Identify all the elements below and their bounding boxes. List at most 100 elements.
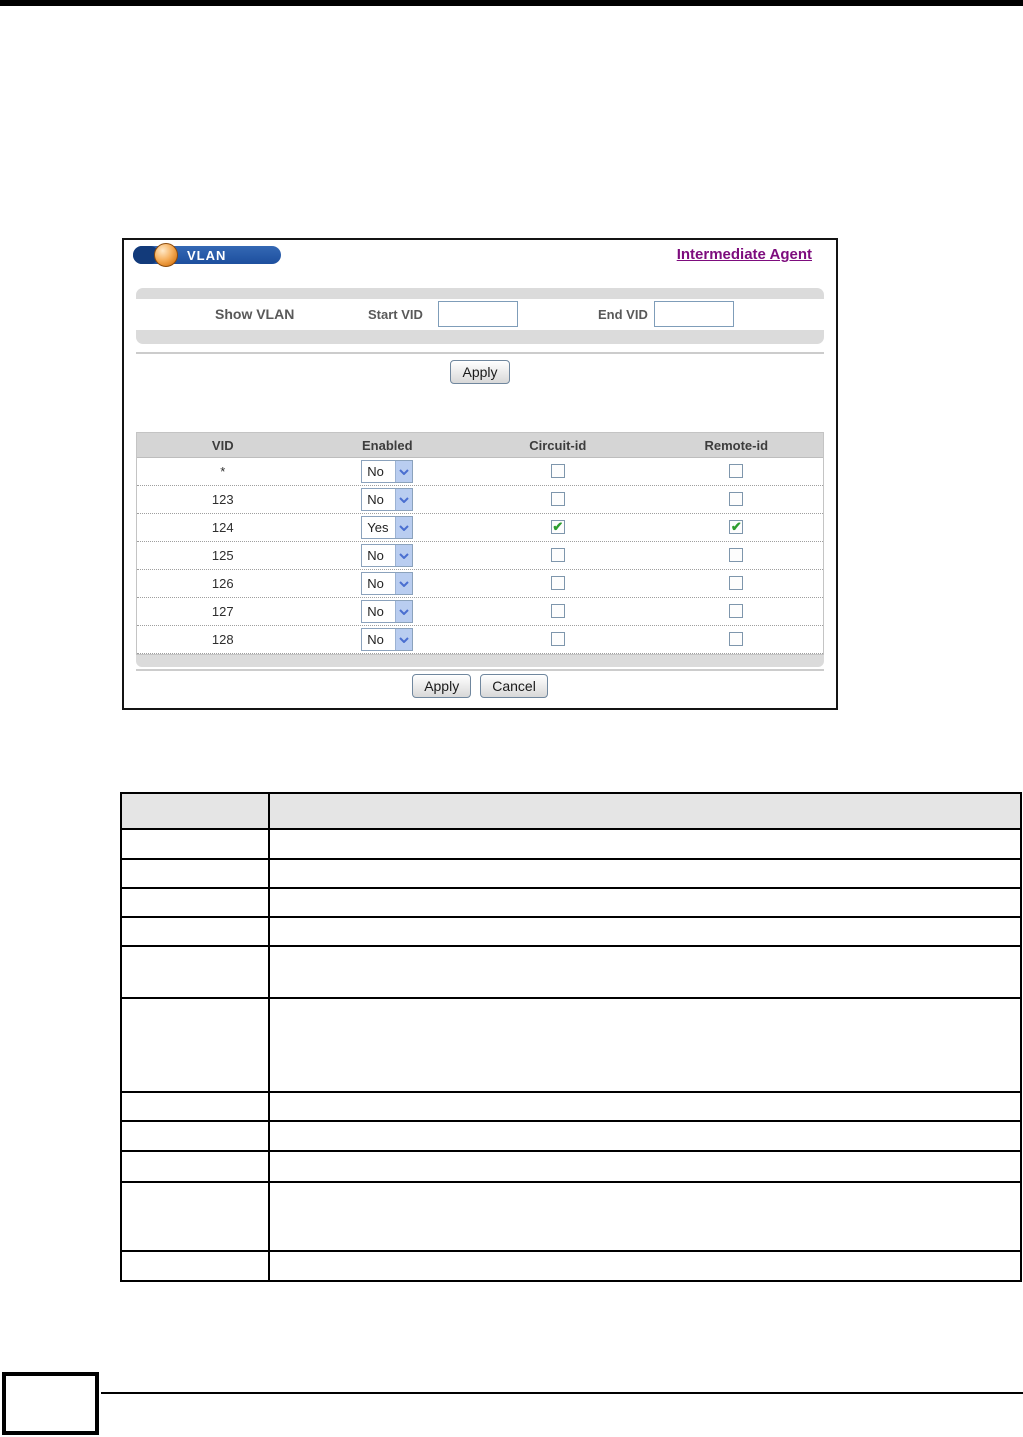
- chevron-down-icon: [395, 545, 413, 566]
- vlan-title-pill: VLAN: [133, 243, 281, 267]
- vlan-table-row: 124 Yes: [137, 514, 823, 542]
- vlan-table-row: * No: [137, 458, 823, 486]
- circuit-id-checkbox[interactable]: [550, 632, 565, 647]
- vid-value: 124: [211, 519, 234, 535]
- doc-cell: [120, 945, 270, 999]
- doc-cell: [268, 1250, 1022, 1282]
- start-vid-input[interactable]: [438, 301, 518, 327]
- vlan-screenshot: VLAN Intermediate Agent Show VLAN Start …: [122, 238, 838, 710]
- orange-orb-icon: [154, 243, 178, 267]
- doc-table-row: [120, 828, 1022, 860]
- vlan-table-header: VID Enabled Circuit-id Remote-id: [137, 433, 823, 458]
- doc-cell: [268, 1181, 1022, 1252]
- enabled-value: No: [367, 492, 384, 507]
- chevron-down-icon: [395, 629, 413, 650]
- vid-value: 127: [211, 603, 234, 619]
- doc-cell: [268, 1150, 1022, 1183]
- circuit-id-checkbox[interactable]: [550, 520, 565, 535]
- doc-table-row: [120, 1250, 1022, 1282]
- footer-rule: [101, 1392, 1023, 1394]
- doc-cell: [120, 1120, 270, 1152]
- chevron-down-icon: [395, 517, 413, 538]
- vid-value: *: [220, 463, 226, 479]
- doc-table-row: [120, 858, 1022, 889]
- vid-value: 126: [211, 575, 234, 591]
- enabled-value: No: [367, 632, 384, 647]
- circuit-id-checkbox[interactable]: [550, 604, 565, 619]
- enabled-dropdown[interactable]: No: [361, 572, 414, 595]
- cancel-button[interactable]: Cancel: [480, 674, 548, 698]
- description-table: [120, 792, 1022, 1282]
- remote-id-checkbox[interactable]: [729, 604, 744, 619]
- enabled-dropdown[interactable]: No: [361, 544, 414, 567]
- remote-id-checkbox[interactable]: [729, 464, 744, 479]
- doc-table-row: [120, 1120, 1022, 1152]
- show-vlan-panel: Show VLAN Start VID End VID: [136, 288, 824, 344]
- circuit-id-checkbox[interactable]: [550, 464, 565, 479]
- enabled-dropdown[interactable]: No: [361, 628, 414, 651]
- doc-table-row: [120, 1181, 1022, 1252]
- remote-id-checkbox[interactable]: [729, 632, 744, 647]
- doc-table-header-row: [120, 792, 1022, 830]
- doc-cell: [120, 1150, 270, 1183]
- start-vid-label: Start VID: [368, 307, 423, 322]
- end-vid-label: End VID: [598, 307, 648, 322]
- chevron-down-icon: [395, 489, 413, 510]
- doc-header-label: [120, 792, 270, 830]
- doc-cell: [268, 945, 1022, 999]
- circuit-id-checkbox[interactable]: [550, 548, 565, 563]
- vid-value: 125: [211, 547, 234, 563]
- doc-cell: [120, 858, 270, 889]
- doc-table-row: [120, 1150, 1022, 1183]
- vlan-table-row: 127 No: [137, 598, 823, 626]
- enabled-value: Yes: [367, 520, 389, 535]
- end-vid-input[interactable]: [654, 301, 734, 327]
- remote-id-checkbox[interactable]: [729, 548, 744, 563]
- col-header-vid: VID: [211, 437, 234, 453]
- vlan-table-row: 123 No: [137, 486, 823, 514]
- doc-cell: [120, 1250, 270, 1282]
- vlan-table-row: 126 No: [137, 570, 823, 598]
- circuit-id-checkbox[interactable]: [550, 492, 565, 507]
- chevron-down-icon: [395, 461, 413, 482]
- doc-table-row: [120, 997, 1022, 1093]
- doc-cell: [120, 887, 270, 918]
- manual-page: VLAN Intermediate Agent Show VLAN Start …: [0, 0, 1023, 1437]
- intermediate-agent-link[interactable]: Intermediate Agent: [677, 246, 812, 263]
- doc-cell: [268, 1091, 1022, 1122]
- doc-header-description: [268, 792, 1022, 830]
- col-header-enabled: Enabled: [361, 437, 413, 453]
- col-header-circuit-id: Circuit-id: [529, 437, 587, 453]
- enabled-dropdown[interactable]: No: [361, 460, 414, 483]
- enabled-dropdown[interactable]: No: [361, 600, 414, 623]
- doc-cell: [120, 1091, 270, 1122]
- enabled-value: No: [367, 604, 384, 619]
- enabled-dropdown[interactable]: No: [361, 488, 414, 511]
- circuit-id-checkbox[interactable]: [550, 576, 565, 591]
- remote-id-checkbox[interactable]: [729, 492, 744, 507]
- vid-value: 128: [211, 631, 234, 647]
- remote-id-checkbox[interactable]: [729, 576, 744, 591]
- section-divider: [136, 352, 824, 354]
- remote-id-checkbox[interactable]: [729, 520, 744, 535]
- doc-cell: [120, 916, 270, 947]
- vlan-table-row: 125 No: [137, 542, 823, 570]
- doc-cell: [268, 858, 1022, 889]
- doc-table-row: [120, 1091, 1022, 1122]
- enabled-dropdown[interactable]: Yes: [361, 516, 414, 539]
- doc-cell: [120, 828, 270, 860]
- doc-cell: [268, 1120, 1022, 1152]
- doc-cell: [268, 997, 1022, 1093]
- apply-button[interactable]: Apply: [412, 674, 472, 698]
- page-top-rule: [0, 0, 1023, 6]
- chevron-down-icon: [395, 573, 413, 594]
- chevron-down-icon: [395, 601, 413, 622]
- doc-cell: [268, 828, 1022, 860]
- doc-cell: [120, 997, 270, 1093]
- page-title: VLAN: [187, 248, 227, 263]
- enabled-value: No: [367, 548, 384, 563]
- doc-table-row: [120, 916, 1022, 947]
- doc-cell: [268, 887, 1022, 918]
- apply-show-button[interactable]: Apply: [450, 360, 510, 384]
- section-divider: [136, 669, 824, 671]
